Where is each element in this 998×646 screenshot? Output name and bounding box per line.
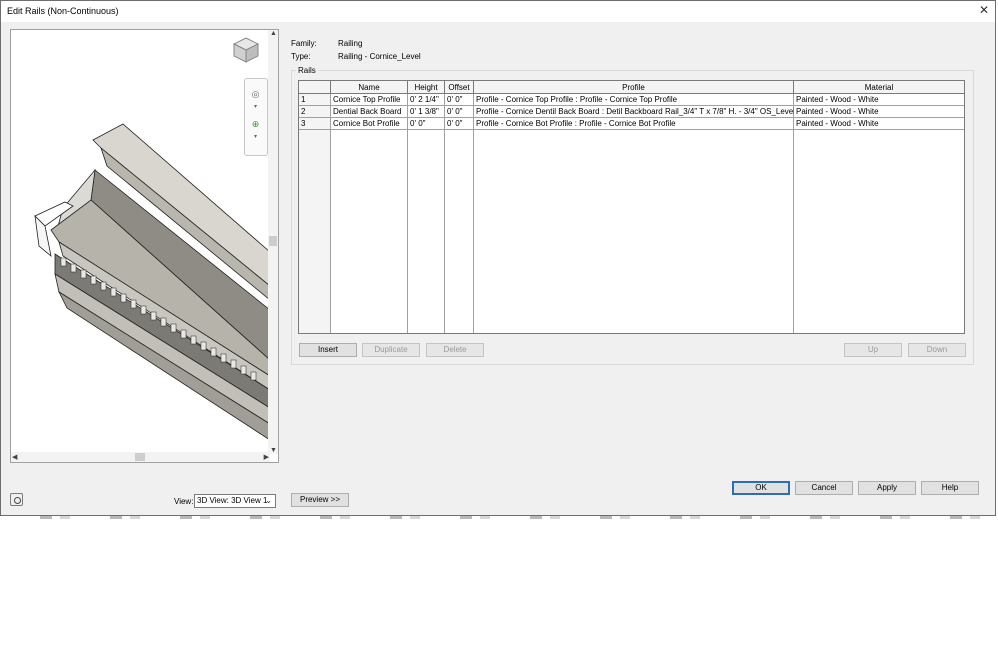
family-value: Railing: [338, 39, 363, 48]
rail-material-cell[interactable]: Painted - Wood - White: [794, 94, 964, 106]
rail-height-cell[interactable]: 0' 2 1/4": [408, 94, 445, 106]
rail-name-cell[interactable]: Dential Back Board: [331, 106, 408, 118]
vertical-scroll-thumb[interactable]: [269, 236, 277, 246]
background-taskbar-fragment: [0, 516, 998, 519]
railing-3d-model: [34, 123, 270, 441]
rail-name-cell[interactable]: Cornice Top Profile: [331, 94, 408, 106]
rail-material-cell[interactable]: Painted - Wood - White: [794, 106, 964, 118]
rail-material-cell[interactable]: Painted - Wood - White: [794, 118, 964, 130]
row-number[interactable]: 1: [299, 94, 331, 106]
rails-group-label: Rails: [296, 66, 318, 75]
insert-button[interactable]: Insert: [299, 343, 357, 357]
scroll-right-icon[interactable]: ▶: [264, 453, 269, 461]
rails-table: Name Height Offset Profile Material 1 Co…: [298, 80, 965, 334]
move-up-button[interactable]: Up: [844, 343, 902, 357]
apply-button[interactable]: Apply: [858, 481, 916, 495]
chevron-down-icon[interactable]: ▾: [250, 133, 261, 144]
window-title: Edit Rails (Non-Continuous): [7, 6, 119, 16]
horizontal-scrollbar[interactable]: ◀ ▶: [11, 452, 270, 462]
navigation-bar: ◎ ▾ ⊕ ▾: [244, 78, 268, 156]
ok-button[interactable]: OK: [732, 481, 790, 495]
viewcube-icon[interactable]: [232, 36, 260, 64]
rail-height-cell[interactable]: 0' 0": [408, 118, 445, 130]
column-header-name[interactable]: Name: [331, 81, 408, 94]
preview-viewport[interactable]: ◎ ▾ ⊕ ▾ ▲ ▼ ◀ ▶: [10, 29, 279, 463]
chevron-down-icon[interactable]: ⌄: [265, 495, 272, 507]
scroll-down-icon[interactable]: ▼: [270, 447, 277, 454]
zoom-icon[interactable]: ⊕: [250, 119, 261, 130]
rail-offset-cell[interactable]: 0' 0": [445, 106, 474, 118]
vertical-scrollbar[interactable]: ▲ ▼: [268, 30, 278, 454]
type-label: Type:: [291, 52, 311, 61]
rail-profile-cell[interactable]: Profile - Cornice Bot Profile : Profile …: [474, 118, 794, 130]
rail-height-cell[interactable]: 0' 1 3/8": [408, 106, 445, 118]
row-number[interactable]: 2: [299, 106, 331, 118]
column-header-height[interactable]: Height: [408, 81, 445, 94]
move-down-button[interactable]: Down: [908, 343, 966, 357]
title-bar: Edit Rails (Non-Continuous) ✕: [1, 1, 995, 22]
camera-icon[interactable]: [10, 493, 23, 506]
chevron-down-icon[interactable]: ▾: [250, 103, 261, 114]
close-icon[interactable]: ✕: [979, 3, 989, 17]
column-header-offset[interactable]: Offset: [445, 81, 474, 94]
help-button[interactable]: Help: [921, 481, 979, 495]
view-select-value: 3D View: 3D View 1: [197, 496, 268, 505]
horizontal-scroll-thumb[interactable]: [135, 453, 145, 461]
scroll-up-icon[interactable]: ▲: [270, 30, 277, 37]
rail-offset-cell[interactable]: 0' 0": [445, 118, 474, 130]
corner-header: [299, 81, 331, 94]
edit-rails-dialog: Edit Rails (Non-Continuous) ✕ ◎ ▾ ⊕ ▾ ▲ …: [0, 0, 996, 516]
duplicate-button[interactable]: Duplicate: [362, 343, 420, 357]
preview-button[interactable]: Preview >>: [291, 493, 349, 507]
type-value: Railing - Cornice_Level: [338, 52, 421, 61]
column-header-profile[interactable]: Profile: [474, 81, 794, 94]
rail-profile-cell[interactable]: Profile - Cornice Top Profile : Profile …: [474, 94, 794, 106]
rail-offset-cell[interactable]: 0' 0": [445, 94, 474, 106]
rail-name-cell[interactable]: Cornice Bot Profile: [331, 118, 408, 130]
cancel-button[interactable]: Cancel: [795, 481, 853, 495]
delete-button[interactable]: Delete: [426, 343, 484, 357]
steering-wheel-icon[interactable]: ◎: [250, 89, 261, 100]
column-header-material[interactable]: Material: [794, 81, 964, 94]
rail-profile-cell[interactable]: Profile - Cornice Dentil Back Board : De…: [474, 106, 794, 118]
family-label: Family:: [291, 39, 317, 48]
view-label: View:: [174, 497, 194, 506]
view-select[interactable]: 3D View: 3D View 1 ⌄: [194, 494, 276, 508]
scroll-left-icon[interactable]: ◀: [12, 453, 17, 461]
row-number[interactable]: 3: [299, 118, 331, 130]
